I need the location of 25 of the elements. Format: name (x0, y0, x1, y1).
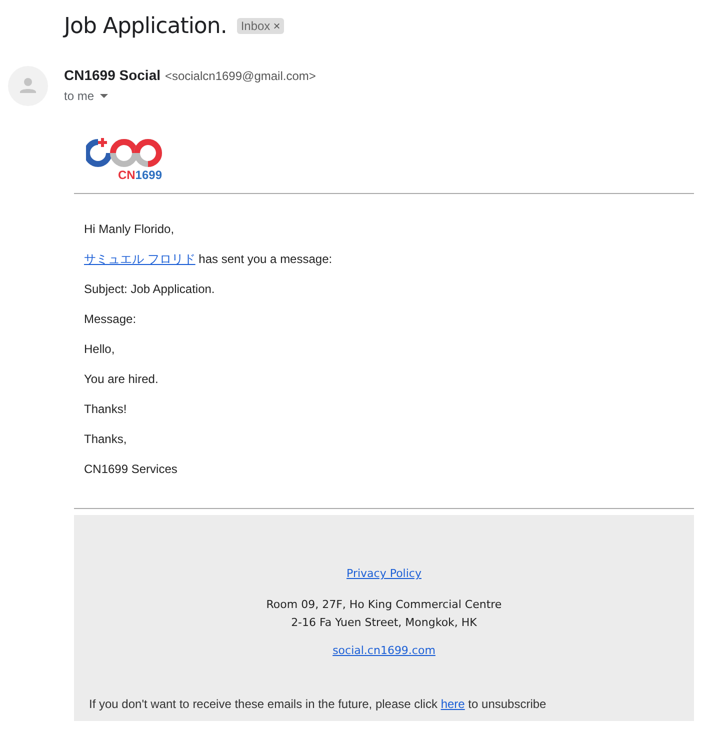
avatar-icon (8, 66, 48, 106)
unsubscribe-text: If you don't want to receive these emails in the future, please click here to unsubscribe (89, 697, 546, 711)
unsubscribe-link[interactable]: here (440, 697, 465, 711)
sender-email: <socialcn1699@gmail.com> (164, 69, 316, 83)
inbox-label: Inbox × (236, 18, 284, 34)
privacy-policy-link[interactable]: Privacy Policy (346, 567, 422, 580)
message-line: Subject: Job Application. (84, 282, 216, 296)
message-line: Message: (84, 312, 138, 326)
message-line: You are hired. (84, 372, 160, 386)
notice-text: サミュエル フロリド has sent you a message: (84, 252, 334, 266)
message-line: Hello, (84, 342, 116, 356)
recipient-dropdown[interactable]: to me (64, 89, 108, 103)
remove-label-button[interactable]: × (273, 19, 280, 33)
sender-name: CN1699 Social (64, 67, 160, 83)
company-logo: CN1699 (86, 138, 162, 181)
greeting-text: Hi Manly Florido, (84, 222, 176, 236)
message-line: Thanks, (84, 432, 128, 446)
address-line: Room 09, 27F, Ho King Commercial Centre (266, 597, 502, 613)
message-line: CN1699 Services (84, 462, 178, 476)
address-line: 2-16 Fa Yuen Street, Mongkok, HK (290, 615, 478, 631)
message-line: Thanks! (84, 402, 128, 416)
sender-link[interactable]: サミュエル フロリド (84, 252, 196, 266)
website-link[interactable]: social.cn1699.com (332, 644, 436, 657)
caret-icon (100, 94, 108, 98)
email-subject: Job Application. (64, 14, 227, 38)
